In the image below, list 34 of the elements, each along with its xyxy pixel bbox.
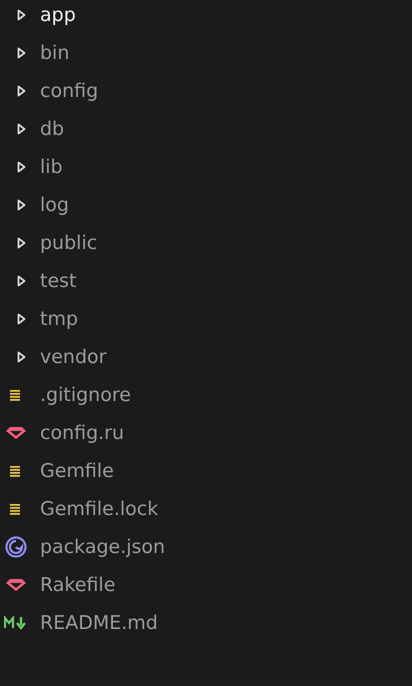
file-name[interactable]: .gitignore (40, 380, 131, 410)
lines-icon (10, 389, 20, 401)
file-name[interactable]: Rakefile (40, 570, 116, 600)
folder-name[interactable]: public (40, 228, 98, 258)
chevron-right-icon (17, 199, 26, 211)
file-name[interactable]: Gemfile (40, 456, 114, 486)
gem-icon (5, 578, 27, 592)
folder-name[interactable]: test (40, 266, 76, 296)
folder-name[interactable]: db (40, 114, 64, 144)
folder-name[interactable]: log (40, 190, 69, 220)
folder-name[interactable]: app (40, 0, 76, 30)
chevron-right-icon (17, 161, 26, 173)
file-name[interactable]: README.md (40, 608, 158, 638)
folder-name[interactable]: bin (40, 38, 70, 68)
chevron-right-icon (17, 47, 26, 59)
chevron-right-icon (17, 123, 26, 135)
gem-icon (5, 426, 27, 440)
markdown-icon (4, 616, 28, 630)
chevron-right-icon (17, 237, 26, 249)
lines-icon (10, 503, 20, 515)
swirl-icon (5, 536, 27, 558)
chevron-right-icon (17, 313, 26, 325)
folder-name[interactable]: vendor (40, 342, 106, 372)
chevron-right-icon (17, 9, 26, 21)
folder-name[interactable]: config (40, 76, 98, 106)
file-name[interactable]: config.ru (40, 418, 124, 448)
chevron-right-icon (17, 85, 26, 97)
chevron-right-icon (17, 351, 26, 363)
file-name[interactable]: package.json (40, 532, 166, 562)
file-name[interactable]: Gemfile.lock (40, 494, 158, 524)
lines-icon (10, 465, 20, 477)
folder-name[interactable]: tmp (40, 304, 78, 334)
chevron-right-icon (17, 275, 26, 287)
folder-name[interactable]: lib (40, 152, 63, 182)
